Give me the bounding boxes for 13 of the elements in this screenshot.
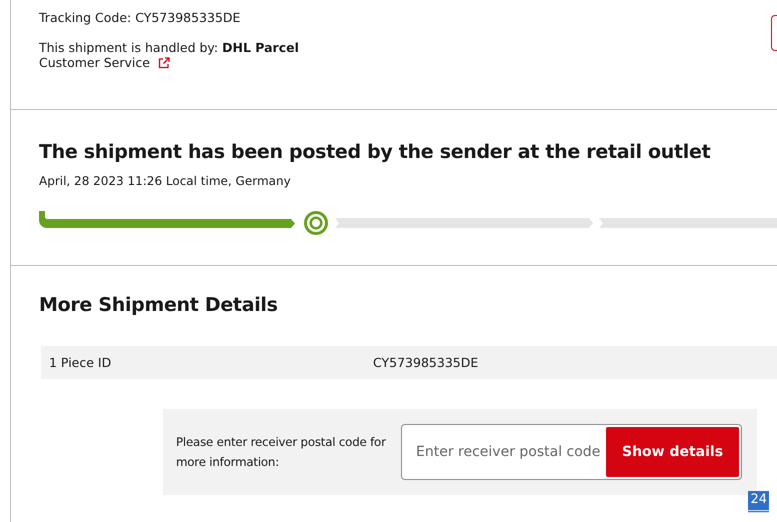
counter-badge: 24 — [748, 491, 769, 513]
detail-value: CY573985335DE — [373, 355, 478, 370]
show-details-button[interactable]: Show details — [606, 427, 740, 477]
external-link-icon — [158, 56, 170, 68]
customer-service-link[interactable]: Customer Service — [39, 55, 170, 70]
status-title: The shipment has been posted by the sender at the retail outlet — [39, 141, 712, 163]
section-title: More Shipment Details — [39, 294, 279, 316]
postal-code-prompt: Please enter receiver postal code for more information: — [176, 434, 387, 471]
tracking-code: Tracking Code: CY573985335DE — [39, 10, 242, 25]
detail-label: 1 Piece ID — [48, 355, 112, 370]
status-timestamp: April, 28 2023 11:26 Local time, Germany — [39, 174, 292, 188]
handled-by-text: This shipment is handled by: DHL Parcel — [39, 40, 300, 55]
postal-code-field[interactable]: Enter receiver postal code Show details — [401, 424, 742, 480]
